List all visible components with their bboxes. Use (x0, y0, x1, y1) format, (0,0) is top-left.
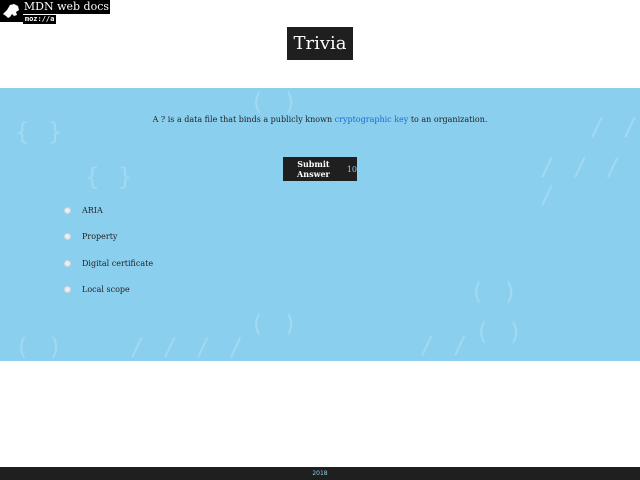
radio-button-icon[interactable] (64, 233, 71, 241)
question-text: A ? is a data file that binds a publicly… (0, 115, 640, 124)
mozilla-wordmark: moz://a (22, 15, 57, 24)
answer-countdown: 10 (346, 164, 357, 174)
answer-option[interactable]: Local scope (64, 277, 153, 304)
background-pattern: ( ) (250, 88, 300, 116)
page-title: Trivia (287, 27, 353, 60)
answer-label: Digital certificate (82, 258, 154, 268)
radio-button-icon[interactable] (64, 259, 71, 267)
answer-option[interactable]: Digital certificate (64, 250, 153, 277)
background-pattern: { } (85, 163, 135, 191)
dinosaur-head-icon (0, 0, 23, 22)
radio-button-icon[interactable] (64, 286, 71, 294)
submit-answer-button[interactable]: Submit Answer 10 (283, 157, 357, 181)
radio-button-icon[interactable] (64, 206, 71, 214)
background-pattern: ( ) (475, 318, 525, 346)
logo-title: MDN web docs (22, 0, 110, 14)
mdn-logo[interactable]: MDN web docs moz://a (0, 0, 110, 24)
background-pattern: ( ) (15, 333, 65, 361)
background-pattern: / / / / (130, 333, 246, 361)
cryptographic-key-link[interactable]: cryptographic key (335, 115, 409, 124)
answer-list: ARIA Property Digital certificate Local … (64, 197, 153, 303)
background-pattern: ( ) (470, 278, 520, 306)
question-text-start: A ? is a data file that binds a publicly… (152, 115, 335, 124)
quiz-panel: { } { } ( ) / / ( ) ( ) / / / / / / / / … (0, 88, 640, 361)
answer-option[interactable]: Property (64, 224, 153, 251)
background-pattern: / / (420, 331, 470, 359)
footer: 2018 (0, 467, 640, 480)
question-text-end: to an organization. (408, 115, 488, 124)
footer-year: 2018 (312, 470, 328, 477)
answer-option[interactable]: ARIA (64, 197, 153, 224)
submit-answer-label: Submit Answer (297, 159, 330, 179)
answer-label: ARIA (82, 205, 103, 215)
background-pattern: / / / / (540, 153, 623, 209)
background-pattern: ( ) (250, 310, 300, 338)
answer-label: Property (82, 232, 118, 242)
answer-label: Local scope (82, 285, 130, 295)
